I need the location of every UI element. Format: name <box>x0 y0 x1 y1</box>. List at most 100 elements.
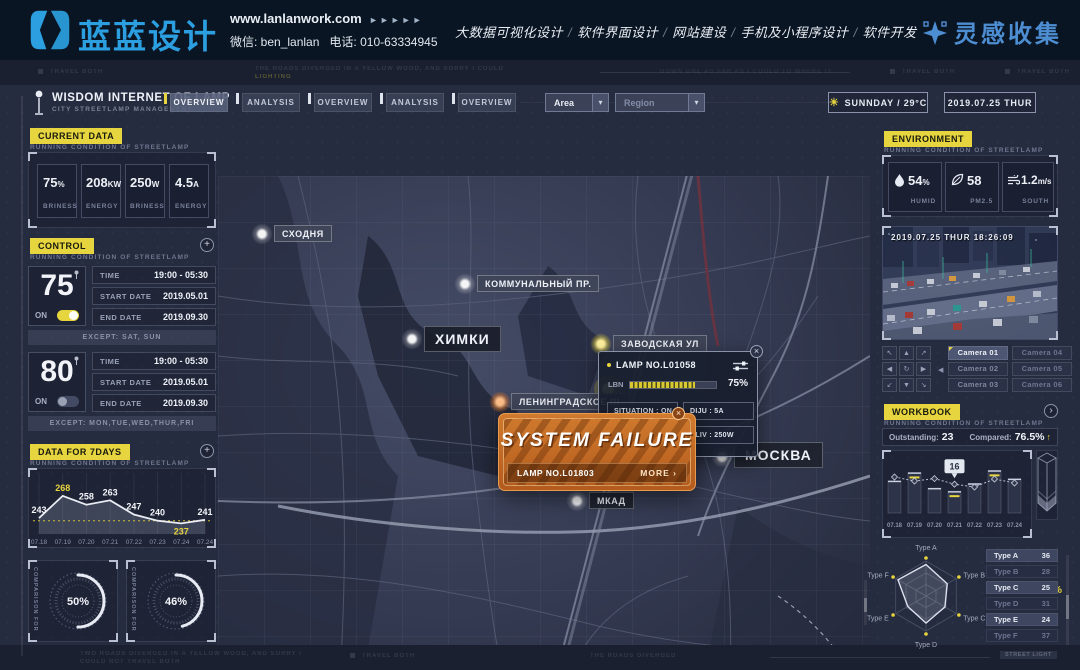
type-c-button[interactable]: Type C25 <box>986 581 1058 594</box>
pan-down-left-button[interactable]: ↙ <box>882 378 897 392</box>
svg-text:Type B: Type B <box>963 573 985 580</box>
map-pin-mkad[interactable] <box>566 490 588 512</box>
alert-more-button[interactable]: MORE › <box>640 468 677 478</box>
svg-text:247: 247 <box>126 501 141 511</box>
week-chart-add-button[interactable]: + <box>200 444 214 458</box>
map-pin-khimki[interactable] <box>401 328 423 350</box>
map-label-skhodnya[interactable]: СХОДНЯ <box>274 225 332 242</box>
pan-right-button[interactable]: ▶ <box>916 362 931 376</box>
types-radar-chart: Type AType BType CType DType EType F <box>858 544 1000 650</box>
left-scrollbar[interactable] <box>21 96 23 656</box>
system-failure-alert: × SYSTEM FAILURE LAMP NO.L01803 MORE › <box>498 413 696 491</box>
pan-down-right-button[interactable]: ↘ <box>916 378 931 392</box>
camera-timestamp: 2019.07.25 THUR 18:26:09 <box>891 233 1014 242</box>
promo-banner: 蓝蓝设计 www.lanlanwork.com ►►►►► 微信: ben_la… <box>0 0 1080 60</box>
start-date-row: START DATE2019.05.01 <box>92 373 216 391</box>
wind-stat: 1.2m/s SOUTH <box>1002 162 1054 212</box>
area-select[interactable]: Area ▾ <box>545 93 609 112</box>
pan-up-left-button[interactable]: ↖ <box>882 346 897 360</box>
end-date-row: END DATE2019.09.30 <box>92 394 216 412</box>
svg-text:240: 240 <box>150 508 165 518</box>
svg-text:Type E: Type E <box>867 616 889 623</box>
camera-06-button[interactable]: Camera 06 <box>1012 378 1072 392</box>
svg-text:07.19: 07.19 <box>55 539 72 546</box>
stat-briness-pct: 75% BRINESS <box>37 164 77 218</box>
control-subtitle: RUNNING CONDITION OF STREETLAMP <box>30 254 189 261</box>
environment-subtitle: RUNNING CONDITION OF STREETLAMP <box>884 147 1043 154</box>
map-label-khimki[interactable]: ХИМКИ <box>424 326 501 352</box>
outstanding-label: Outstanding: <box>889 433 939 442</box>
radar-scrollbar-thumb[interactable] <box>864 598 867 612</box>
tab-tick <box>236 93 239 104</box>
type-b-button[interactable]: Type B28 <box>986 565 1058 578</box>
on-label: ON <box>35 311 47 320</box>
chevron-down-icon[interactable]: ▾ <box>688 94 704 111</box>
pan-up-right-button[interactable]: ↗ <box>916 346 931 360</box>
status-dot <box>607 363 611 367</box>
tab-tick <box>452 93 455 104</box>
tab-analysis-1[interactable]: ANALYSIS <box>242 93 300 112</box>
right-scrollbar-thumb[interactable] <box>1066 595 1069 619</box>
phone-contact: 电话: 010-63334945 <box>329 35 437 49</box>
chevron-down-icon[interactable]: ▾ <box>592 94 608 111</box>
pan-left-button[interactable]: ◀ <box>882 362 897 376</box>
svg-text:07.24: 07.24 <box>173 539 190 546</box>
camera-feed[interactable]: 2019.07.25 THUR 18:26:09 <box>882 226 1058 340</box>
city-map[interactable]: СХОДНЯ КОММУНАЛЬНЫЙ ПР. ХИМКИ ЗАВОДСКАЯ … <box>218 176 870 670</box>
map-pin-skhodnya[interactable] <box>251 223 273 245</box>
svg-text:07.21: 07.21 <box>102 539 119 546</box>
cube-3d-icon <box>1037 451 1057 519</box>
street-light-chip: STREET LIGHT <box>1000 651 1057 659</box>
svg-text:07.22: 07.22 <box>126 539 143 546</box>
alert-close-icon[interactable]: × <box>672 407 685 420</box>
type-e-button[interactable]: Type E24 <box>986 613 1058 626</box>
control-add-button[interactable]: + <box>200 238 214 252</box>
camera-05-button[interactable]: Camera 05 <box>1012 362 1072 376</box>
gauge-value: 50% <box>43 561 113 643</box>
svg-text:07.23: 07.23 <box>987 523 1003 529</box>
map-label-kommunalny[interactable]: КОММУНАЛЬНЫЙ ПР. <box>477 275 599 292</box>
power-toggle-on[interactable] <box>57 310 79 321</box>
map-label-mkad[interactable]: МКАД <box>589 492 634 509</box>
refresh-button[interactable]: ↻ <box>899 362 914 376</box>
type-a-button[interactable]: Type A36 <box>986 549 1058 562</box>
pm25-stat: 58 PM2.5 <box>945 162 999 212</box>
except-days-2: EXCEPT: MON,TUE,WED,THUR,FRI <box>28 416 216 431</box>
tab-overview-3[interactable]: OVERVIEW <box>458 93 516 112</box>
camera-03-button[interactable]: Camera 03 <box>948 378 1008 392</box>
type-f-button[interactable]: Type F37 <box>986 629 1058 642</box>
sliders-icon[interactable] <box>733 361 748 371</box>
pan-down-button[interactable]: ▼ <box>899 378 914 392</box>
camera-04-button[interactable]: Camera 04 <box>1012 346 1072 360</box>
popup-close-icon[interactable]: × <box>750 345 763 358</box>
camera-prev-icon[interactable]: ◀ <box>938 366 943 374</box>
top-decor-strip: TRAVEL BOTH THE ROADS DIVERGED IN A YELL… <box>0 60 1080 85</box>
power-toggle-off[interactable] <box>57 396 79 407</box>
collection-label[interactable]: 灵感收集 <box>954 21 1062 48</box>
lbn-label: LBN <box>608 380 623 389</box>
weather-widget: ☀ SUNNDAY / 29°C <box>828 92 928 113</box>
svg-text:263: 263 <box>103 487 118 497</box>
map-pin-kommunalny[interactable] <box>454 273 476 295</box>
tab-analysis-2[interactable]: ANALYSIS <box>386 93 444 112</box>
website-link[interactable]: www.lanlanwork.com <box>230 11 362 26</box>
tab-overview-2[interactable]: OVERVIEW <box>314 93 372 112</box>
workbook-next-button[interactable]: › <box>1044 404 1058 418</box>
region-select[interactable]: Region ▾ <box>615 93 705 112</box>
workbook-title: WORKBOOK <box>884 404 960 420</box>
arrows-decoration: ►►►►► <box>369 15 424 25</box>
comparison-gauge-2: COMPARISON FOR 46% <box>126 560 216 642</box>
lbn-bar-fill <box>630 382 695 388</box>
tab-overview-1[interactable]: OVERVIEW <box>170 93 228 112</box>
end-date-row: END DATE2019.09.30 <box>92 308 216 326</box>
camera-01-button[interactable]: Camera 01 <box>948 346 1008 360</box>
outstanding-value: 23 <box>942 431 954 443</box>
map-pin-leningradskoe[interactable] <box>489 391 511 413</box>
svg-text:07.24: 07.24 <box>197 539 214 546</box>
except-days-1: EXCEPT: SAT, SUN <box>28 330 216 345</box>
camera-02-button[interactable]: Camera 02 <box>948 362 1008 376</box>
workbook-subtitle: RUNNING CONDITION OF STREETLAMP <box>884 420 1043 427</box>
pan-up-button[interactable]: ▲ <box>899 346 914 360</box>
type-d-button[interactable]: Type D31 <box>986 597 1058 610</box>
map-label-zavodskaya[interactable]: ЗАВОДСКАЯ УЛ <box>613 335 707 352</box>
